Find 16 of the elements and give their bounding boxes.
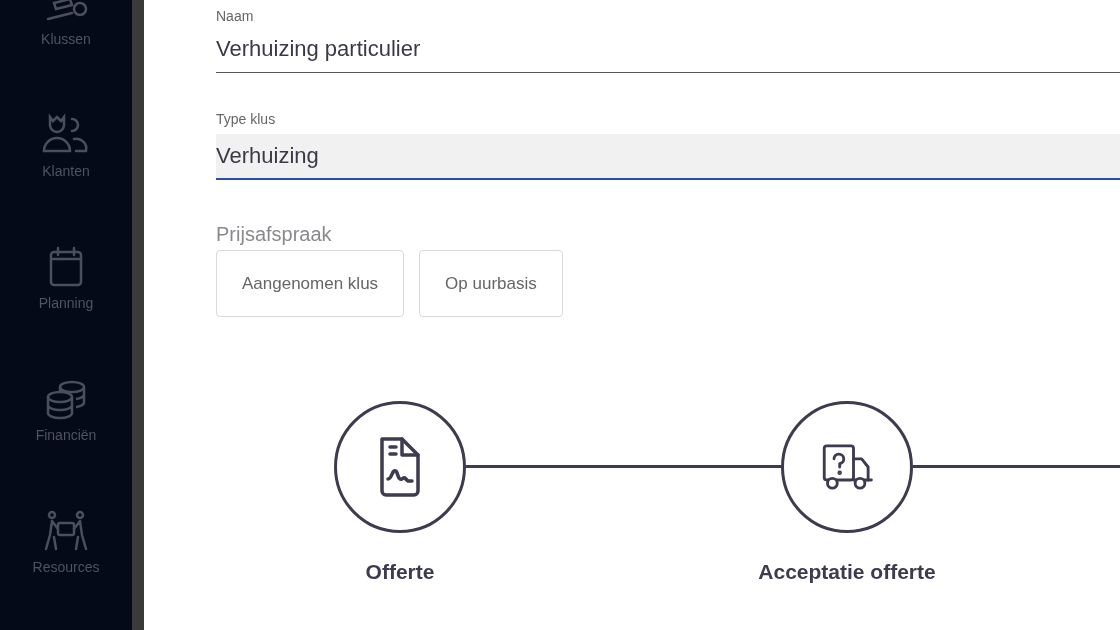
section-label: Prijsafspraak	[216, 222, 332, 246]
step-label: Offerte	[365, 560, 435, 584]
name-field[interactable]: Verhuizing particulier	[216, 25, 1120, 73]
field-label: Type klus	[216, 111, 276, 127]
people-carrying-box-icon	[42, 511, 90, 551]
nav-label[interactable]: Financiën	[35, 427, 97, 443]
users-icon	[42, 115, 90, 155]
step-label: Acceptatie offerte	[758, 560, 936, 584]
nav-label[interactable]: Resources	[32, 559, 100, 575]
nav-label[interactable]: Klussen	[41, 31, 91, 47]
type-select[interactable]: Verhuizing	[216, 134, 1120, 180]
option-button[interactable]: Aangenomen klus	[216, 250, 405, 317]
field-label: Naam	[216, 8, 254, 24]
nav-label[interactable]: Klanten	[42, 163, 90, 179]
nav-label[interactable]: Planning	[38, 295, 94, 311]
option-button[interactable]: Op uurbasis	[419, 250, 563, 317]
